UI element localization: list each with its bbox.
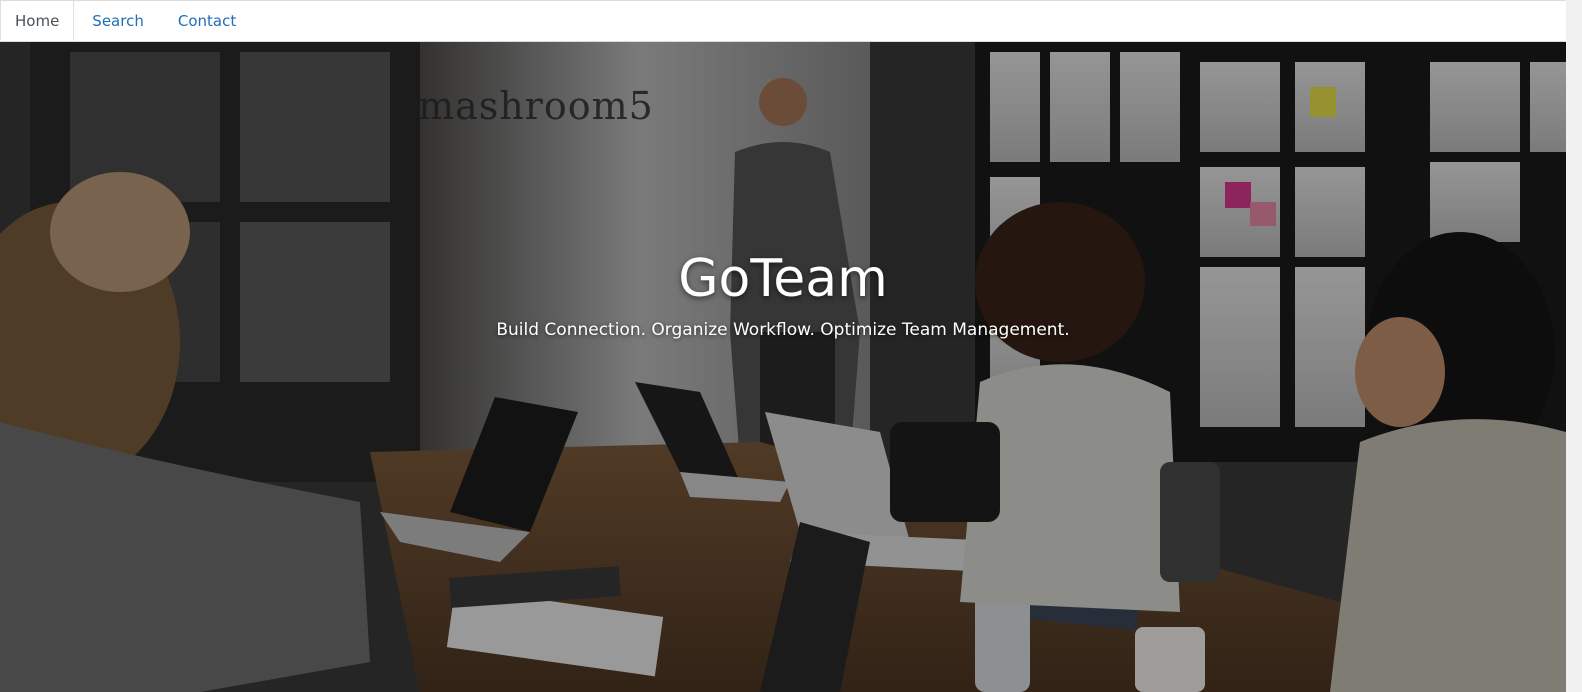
tab-search[interactable]: Search [76, 1, 160, 41]
page: Home Search Contact mashroom5 GoTeam Bui… [0, 0, 1582, 692]
page-scrollbar[interactable] [1566, 0, 1582, 692]
hero-title: GoTeam [678, 249, 888, 309]
hero-banner: mashroom5 GoTeam Build Connection. Organ… [0, 42, 1566, 692]
hero-overlay [0, 42, 1566, 692]
top-navbar: Home Search Contact [0, 0, 1566, 42]
tab-home[interactable]: Home [0, 1, 75, 41]
tab-contact[interactable]: Contact [162, 1, 252, 41]
hero-subtitle: Build Connection. Organize Workflow. Opt… [496, 320, 1070, 340]
